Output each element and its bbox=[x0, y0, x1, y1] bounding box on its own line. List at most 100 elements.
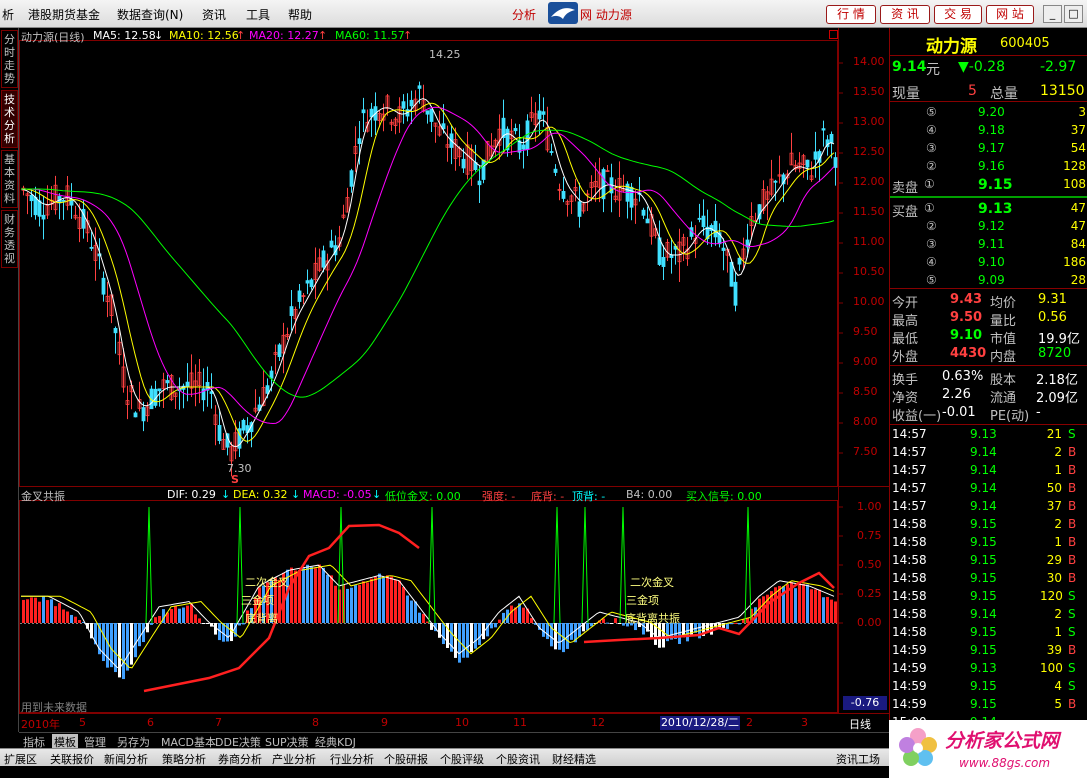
indicator-bar bbox=[306, 564, 309, 623]
menu-item-news[interactable]: 资讯 bbox=[202, 6, 226, 23]
candle-body bbox=[661, 257, 666, 267]
tick-row[interactable]: 14:58 9.15 1 S bbox=[890, 624, 1087, 642]
indicator-bar bbox=[394, 579, 397, 623]
ma60-label: MA60: 11.57 bbox=[335, 29, 405, 42]
brand-url: www.88gs.com bbox=[959, 756, 1051, 770]
fin-label: 收益(一) bbox=[892, 409, 942, 424]
indicator-bar bbox=[814, 589, 817, 623]
indicator-bar bbox=[802, 583, 805, 623]
indicator-bar bbox=[50, 599, 53, 623]
buy-order-row[interactable]: ② 9.12 47 bbox=[890, 218, 1087, 236]
tick-price: 9.15 bbox=[970, 697, 997, 711]
candle-body bbox=[141, 407, 146, 422]
indicator-bar bbox=[414, 601, 417, 623]
info-tab[interactable]: 财经精选 bbox=[552, 751, 596, 767]
info-tab[interactable]: 券商分析 bbox=[218, 751, 262, 767]
tick-price: 9.14 bbox=[970, 499, 997, 513]
candle-body bbox=[289, 306, 294, 317]
info-tab[interactable]: 个股资讯 bbox=[496, 751, 540, 767]
tick-row[interactable]: 14:57 9.14 37 B bbox=[890, 498, 1087, 516]
tick-row[interactable]: 14:59 9.15 5 B bbox=[890, 696, 1087, 714]
info-tab[interactable]: 产业分析 bbox=[272, 751, 316, 767]
tab-technical-analysis[interactable]: 技术分析 bbox=[1, 90, 18, 148]
order-price: 9.12 bbox=[978, 219, 1005, 233]
indicator-bar bbox=[410, 600, 413, 623]
kline-chart-area[interactable]: 动力源(日线) MA5: 12.58 ↓ MA10: 12.56 ↑ MA20:… bbox=[19, 28, 889, 732]
info-tab[interactable]: 行业分析 bbox=[330, 751, 374, 767]
period-label[interactable]: 日线 bbox=[849, 716, 871, 732]
order-volume: 47 bbox=[1070, 219, 1086, 233]
info-workshop-tab[interactable]: 资讯工场 bbox=[836, 751, 880, 767]
minimize-button[interactable]: _ bbox=[1043, 5, 1062, 23]
tick-row[interactable]: 14:58 9.15 120 S bbox=[890, 588, 1087, 606]
info-tab[interactable]: 扩展区 bbox=[4, 751, 37, 767]
website-button[interactable]: 网 站 bbox=[986, 5, 1034, 24]
tick-row[interactable]: 14:58 9.15 30 B bbox=[890, 570, 1087, 588]
candle-body bbox=[133, 412, 138, 418]
indicator-bar bbox=[102, 623, 105, 662]
info-tab[interactable]: 策略分析 bbox=[162, 751, 206, 767]
sell-order-row[interactable]: ⑤ 9.20 3 bbox=[890, 104, 1087, 122]
indicator-bar bbox=[510, 605, 513, 623]
sell-order-row[interactable]: ④ 9.18 37 bbox=[890, 122, 1087, 140]
indicator-tick-label: 0.50 bbox=[857, 558, 882, 571]
chart-maximize-icon[interactable] bbox=[829, 30, 838, 39]
menu-item-tools[interactable]: 工具 bbox=[246, 6, 270, 23]
candle-body bbox=[697, 217, 702, 220]
indicator-bar bbox=[778, 585, 781, 623]
indicator-bar bbox=[794, 588, 797, 623]
tick-time: 14:58 bbox=[892, 589, 927, 603]
tick-row[interactable]: 14:57 9.13 21 S bbox=[890, 426, 1087, 444]
indicator-bar bbox=[302, 568, 305, 623]
info-tab[interactable]: 关联报价 bbox=[50, 751, 94, 767]
tick-row[interactable]: 14:58 9.14 2 S bbox=[890, 606, 1087, 624]
buy-order-row[interactable]: ④ 9.10 186 bbox=[890, 254, 1087, 272]
sell-order-row[interactable]: ③ 9.17 54 bbox=[890, 140, 1087, 158]
quotes-button[interactable]: 行 情 bbox=[826, 5, 876, 24]
info-tab[interactable]: 个股研报 bbox=[384, 751, 428, 767]
tick-row[interactable]: 14:59 9.13 100 S bbox=[890, 660, 1087, 678]
tab-fundamentals[interactable]: 基本资料 bbox=[1, 150, 18, 208]
order-price: 9.13 bbox=[978, 201, 1013, 217]
info-tab[interactable]: 新闻分析 bbox=[104, 751, 148, 767]
tick-row[interactable]: 14:57 9.14 2 B bbox=[890, 444, 1087, 462]
info-tab[interactable]: 个股评级 bbox=[440, 751, 484, 767]
indicator-bar bbox=[466, 623, 469, 658]
buy-order-row[interactable]: ③ 9.11 84 bbox=[890, 236, 1087, 254]
bottom-divergence-label: 底背: - bbox=[531, 490, 565, 503]
tick-row[interactable]: 14:58 9.15 2 B bbox=[890, 516, 1087, 534]
buy-order-row[interactable]: 买盘 ① 9.13 47 bbox=[890, 200, 1087, 220]
candle-body bbox=[217, 425, 222, 441]
ma60-arrow: ↑ bbox=[403, 29, 413, 42]
indicator-current-value: -0.76 bbox=[843, 696, 887, 710]
app-title-right: 网 动力源 bbox=[580, 8, 632, 22]
indicator-bar bbox=[822, 597, 825, 623]
annotation-three-golden-left: 三金项 bbox=[241, 594, 274, 607]
menu-item-hk-futures-funds[interactable]: 港股期货基金 bbox=[28, 6, 100, 23]
indicator-bar bbox=[362, 581, 365, 623]
indicator-bar bbox=[422, 613, 425, 623]
sell-order-row[interactable]: ② 9.16 128 bbox=[890, 158, 1087, 176]
tick-row[interactable]: 14:59 9.15 4 S bbox=[890, 678, 1087, 696]
indicator-bar bbox=[150, 623, 153, 625]
tick-time: 14:57 bbox=[892, 499, 927, 513]
sell-order-row[interactable]: 卖盘 ① 9.15 108 bbox=[890, 176, 1087, 196]
tick-row[interactable]: 14:58 9.15 1 B bbox=[890, 534, 1087, 552]
candle-body bbox=[429, 108, 434, 122]
tick-row[interactable]: 14:57 9.14 1 B bbox=[890, 462, 1087, 480]
tick-volume: 4 bbox=[1054, 679, 1062, 693]
indicator-bar bbox=[178, 608, 181, 623]
menu-item-analysis[interactable]: 析 bbox=[2, 6, 14, 23]
tick-row[interactable]: 14:59 9.15 39 B bbox=[890, 642, 1087, 660]
news-button[interactable]: 资 讯 bbox=[880, 5, 930, 24]
tick-time: 14:58 bbox=[892, 625, 927, 639]
menu-item-data-query[interactable]: 数据查询(N) bbox=[117, 6, 183, 23]
tick-row[interactable]: 14:57 9.14 50 B bbox=[890, 480, 1087, 498]
tab-financials[interactable]: 财务透视 bbox=[1, 210, 18, 268]
menu-item-help[interactable]: 帮助 bbox=[288, 6, 312, 23]
restore-button[interactable]: □ bbox=[1064, 5, 1083, 23]
stat-row: 外盘 4430 内盘 8720 bbox=[890, 345, 1087, 365]
tick-row[interactable]: 14:58 9.15 29 B bbox=[890, 552, 1087, 570]
trade-button[interactable]: 交 易 bbox=[934, 5, 982, 24]
tab-intraday[interactable]: 分时走势 bbox=[1, 30, 18, 88]
